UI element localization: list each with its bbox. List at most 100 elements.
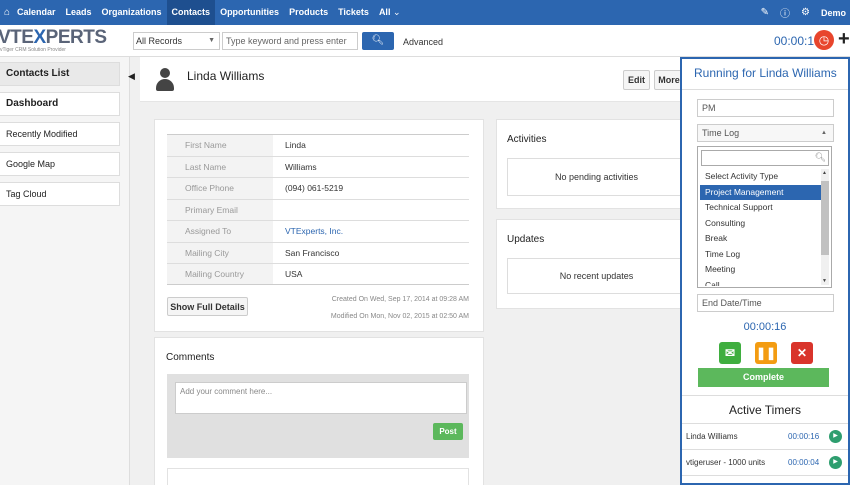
collapse-sidebar-icon[interactable]: ◀	[128, 71, 135, 82]
logo-text: VTEXPERTS	[0, 27, 107, 48]
menu-all[interactable]: All ⌄	[374, 0, 406, 25]
home-icon[interactable]: ⌂	[4, 7, 12, 18]
records-filter-select[interactable]: All Records ▼	[133, 32, 220, 50]
elapsed-timer: 00:00:16	[743, 321, 787, 333]
quick-create-icon[interactable]: +	[838, 28, 850, 50]
field-row: Assigned To VTExperts, Inc.	[167, 220, 469, 242]
edit-button[interactable]: Edit	[623, 70, 650, 90]
play-icon[interactable]: ▶	[829, 456, 842, 469]
no-updates-message: No recent updates	[507, 258, 685, 294]
records-filter-value: All Records	[136, 36, 183, 46]
activity-type-value: Time Log	[702, 128, 740, 138]
dropdown-option[interactable]: Time Log	[700, 247, 822, 263]
dropdown-option[interactable]: Meeting	[700, 262, 822, 278]
menu-tickets[interactable]: Tickets	[333, 0, 374, 25]
logo[interactable]: VTEXPERTS vTiger CRM Solution Provider	[0, 27, 130, 55]
active-timer-time: 00:00:04	[788, 458, 820, 467]
divider	[682, 395, 848, 396]
search-button[interactable]: 🔍︎	[362, 32, 394, 50]
contact-name: Linda Williams	[187, 69, 265, 83]
dropdown-option[interactable]: Break	[700, 231, 822, 247]
end-datetime-field[interactable]: End Date/Time	[697, 294, 834, 312]
scrollbar-thumb[interactable]	[821, 181, 829, 255]
pause-icon[interactable]: ❚❚	[755, 342, 777, 364]
timer-actions: ✉ ❚❚ ✕	[719, 342, 815, 364]
menu-contacts[interactable]: Contacts	[166, 0, 216, 25]
menu-calendar[interactable]: Calendar	[12, 0, 61, 25]
active-timer-row[interactable]	[682, 475, 848, 485]
scroll-down-icon[interactable]: ▼	[822, 278, 827, 284]
play-icon[interactable]: ▶	[829, 430, 842, 443]
nav-right: ✎ ⓘ ⚙ Demo	[761, 0, 846, 25]
dropdown-scrollbar[interactable]: ▲ ▼	[821, 169, 829, 285]
created-on: Created On Wed, Sep 17, 2014 at 09:28 AM	[331, 296, 469, 303]
time-tracker-panel: Running for Linda Williams PM Time Log ▲…	[680, 57, 850, 485]
dropdown-option[interactable]: Call	[700, 278, 822, 287]
avatar-icon	[156, 68, 174, 92]
activity-type-options: Select Activity Type Project Management …	[700, 169, 822, 286]
summary-fields: First Name Linda Last Name Williams Office…	[167, 134, 469, 285]
sidebar-item-dashboard[interactable]: Dashboard	[0, 92, 120, 116]
show-full-details-button[interactable]: Show Full Details	[167, 297, 248, 316]
menu-products[interactable]: Products	[284, 0, 333, 25]
close-icon[interactable]: ✕	[791, 342, 813, 364]
contact-summary-card: First Name Linda Last Name Williams Office…	[154, 119, 484, 332]
field-row: Last Name Williams	[167, 155, 469, 177]
active-timer-row[interactable]: Linda Williams 00:00:16 ▶	[682, 423, 848, 449]
comment-icon[interactable]: ✉	[719, 342, 741, 364]
advanced-search-link[interactable]: Advanced	[403, 37, 443, 47]
contact-header: Linda Williams Edit More	[140, 57, 684, 102]
sidebar-item-google-map[interactable]: Google Map	[0, 152, 120, 176]
search-icon: 🔍︎	[814, 152, 826, 162]
field-row: Office Phone (094) 061-5219	[167, 177, 469, 199]
complete-button[interactable]: Complete	[698, 368, 829, 387]
search-bar: VTEXPERTS vTiger CRM Solution Provider A…	[0, 25, 850, 57]
comments-title: Comments	[166, 352, 215, 363]
sidebar-item-tag-cloud[interactable]: Tag Cloud	[0, 182, 120, 206]
caret-up-icon: ▲	[821, 130, 827, 136]
sidebar-item-recently-modified[interactable]: Recently Modified	[0, 122, 120, 146]
active-timer-time: 00:00:16	[788, 432, 820, 441]
gear-icon[interactable]: ⚙	[801, 7, 810, 18]
menu-organizations[interactable]: Organizations	[97, 0, 167, 25]
timer-panel-title: Running for Linda Williams	[694, 66, 837, 80]
sidebar-item-contacts-list[interactable]: Contacts List	[0, 62, 120, 86]
active-timer-name[interactable]: Linda Williams	[686, 424, 738, 449]
user-menu[interactable]: Demo	[821, 8, 846, 18]
dropdown-option[interactable]: Select Activity Type	[700, 169, 822, 185]
activity-type-dropdown: 🔍︎ Select Activity Type Project Manageme…	[697, 146, 832, 288]
field-row: Primary Email	[167, 198, 469, 220]
activity-type-select[interactable]: Time Log ▲	[697, 124, 834, 142]
field-row: Mailing City San Francisco	[167, 241, 469, 263]
pencil-icon[interactable]: ✎	[761, 7, 769, 18]
comment-input[interactable]: Add your comment here...	[175, 382, 467, 414]
dropdown-option[interactable]: Technical Support	[700, 200, 822, 216]
ampm-field[interactable]: PM	[697, 99, 834, 117]
main-menu: ⌂ Calendar Leads Organizations Contacts …	[0, 0, 406, 25]
modified-on: Modified On Mon, Nov 02, 2015 at 02:50 A…	[330, 313, 469, 320]
menu-leads[interactable]: Leads	[61, 0, 97, 25]
field-row: Mailing Country USA	[167, 263, 469, 285]
menu-all-label: All	[378, 7, 391, 17]
search-icon: 🔍︎	[371, 35, 385, 46]
menu-opportunities[interactable]: Opportunities	[215, 0, 284, 25]
scroll-up-icon[interactable]: ▲	[822, 170, 827, 176]
dropdown-option-selected[interactable]: Project Management	[700, 184, 822, 200]
comments-card: Comments Add your comment here... Post	[154, 337, 484, 485]
info-icon[interactable]: ⓘ	[780, 5, 790, 20]
divider	[682, 89, 848, 90]
chevron-down-icon: ⌄	[392, 7, 401, 17]
search-input[interactable]: Type keyword and press enter	[222, 32, 358, 50]
main-content: Linda Williams Edit More First Name Linda…	[140, 57, 685, 485]
comment-list	[167, 468, 469, 485]
activities-card: Activities No pending activities	[496, 119, 685, 209]
dropdown-option[interactable]: Consulting	[700, 216, 822, 232]
comment-composer: Add your comment here... Post	[167, 374, 469, 458]
timer-icon[interactable]: ◷	[814, 30, 834, 50]
post-button[interactable]: Post	[433, 423, 463, 440]
caret-down-icon: ▼	[208, 37, 215, 44]
active-timer-row[interactable]: vtigeruser - 1000 units 00:00:04 ▶	[682, 449, 848, 475]
dropdown-search-input[interactable]: 🔍︎	[701, 150, 829, 166]
updates-title: Updates	[507, 234, 545, 245]
active-timer-name[interactable]: vtigeruser - 1000 units	[686, 450, 765, 475]
